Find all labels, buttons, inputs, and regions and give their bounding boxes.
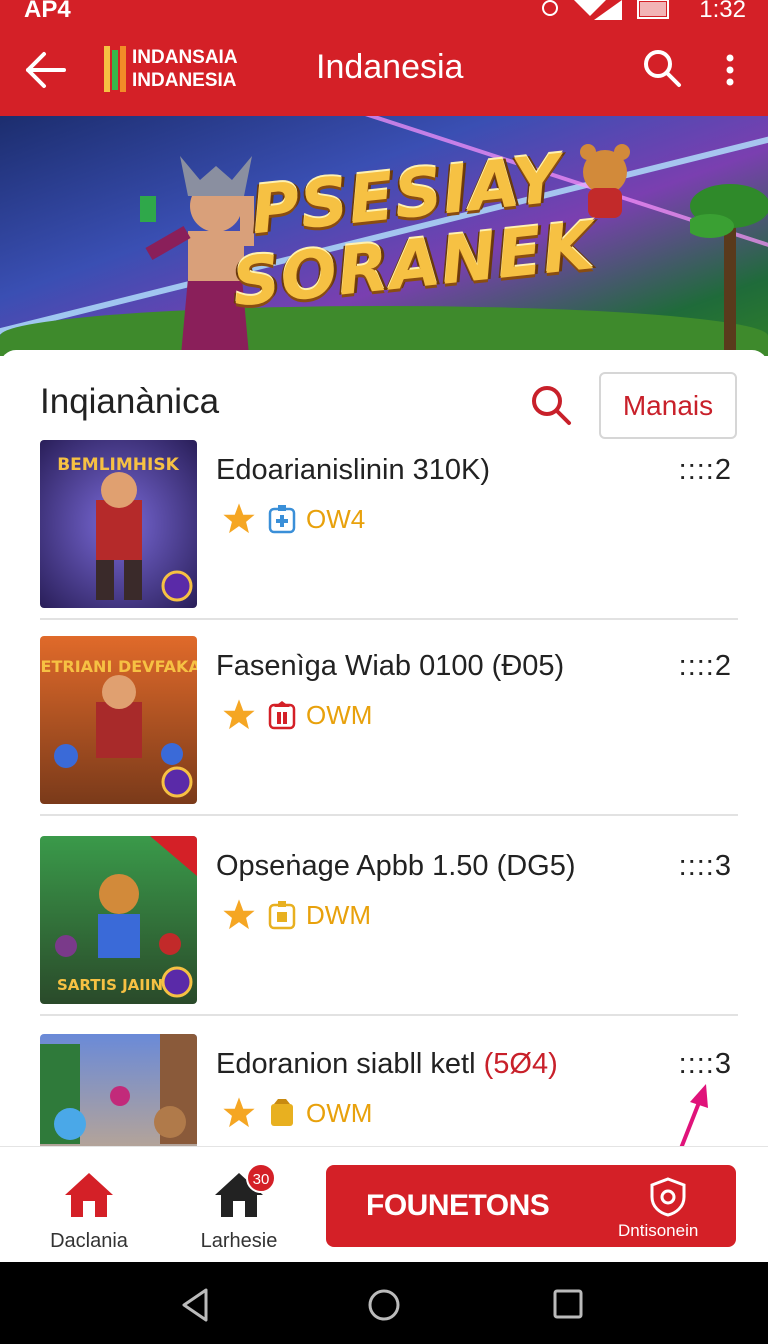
screen: AP4 1:32 INDANSAIA INDANESIA Indanesia P… bbox=[0, 0, 768, 1344]
system-nav-bar bbox=[0, 1262, 768, 1344]
filter-button[interactable]: Manais bbox=[599, 372, 737, 439]
home-icon bbox=[65, 1173, 113, 1217]
divider bbox=[40, 618, 738, 620]
game-thumbnail[interactable]: ENJETRIANI DEVFAKANS bbox=[40, 636, 197, 804]
game-name-text: Edoarianislinin 310K) bbox=[216, 454, 491, 486]
game-meta: OWM bbox=[222, 698, 372, 732]
game-count: ::::3 bbox=[678, 850, 732, 882]
game-tag: DWM bbox=[306, 899, 371, 930]
nav-label: Larhesie bbox=[200, 1230, 278, 1252]
palm-tree-illustration bbox=[690, 184, 768, 356]
app-title: Indanesia bbox=[316, 48, 464, 86]
game-name: Fasenìga Wiab 0100 (Ð05) bbox=[216, 650, 564, 683]
brand-name: INDANSAIA INDANESIA bbox=[132, 46, 238, 92]
game-name: Opseṅage Apbb 1.50 (DG5) bbox=[216, 850, 576, 883]
star-icon bbox=[223, 899, 255, 930]
system-recents-icon[interactable] bbox=[552, 1288, 584, 1320]
banner-ground bbox=[0, 306, 768, 356]
star-icon bbox=[223, 699, 255, 730]
category-icon bbox=[271, 1099, 293, 1126]
nav-item-daclania[interactable]: Daclania bbox=[34, 1171, 144, 1252]
brand-logo-icon bbox=[104, 46, 126, 92]
game-name-paren: (5Ø4) bbox=[483, 1048, 558, 1080]
notification-badge: 30 bbox=[246, 1163, 276, 1193]
top-app-bar: AP4 1:32 INDANSAIA INDANESIA Indanesia bbox=[0, 0, 768, 116]
star-icon bbox=[223, 503, 255, 534]
cta-button[interactable]: FOUNETONS Dntisonein bbox=[326, 1165, 736, 1247]
thumbnail-title: BEMLIMHISK bbox=[57, 455, 179, 475]
back-arrow-icon[interactable] bbox=[24, 50, 68, 90]
game-count: ::::2 bbox=[678, 650, 732, 682]
game-count: ::::3 bbox=[678, 1048, 732, 1080]
game-count: ::::2 bbox=[678, 454, 732, 486]
list-item[interactable]: SARTIS JAIIN Opseṅage Apbb 1.50 (DG5) DW… bbox=[40, 836, 738, 1016]
status-bar: AP4 1:32 bbox=[0, 0, 768, 28]
game-meta: OW4 bbox=[222, 502, 365, 536]
section-title: Inqianànica bbox=[40, 382, 220, 421]
game-tag: OWM bbox=[306, 699, 373, 730]
game-name-paren: (Ð05) bbox=[491, 650, 565, 682]
nav-item-larhesie[interactable]: 30 Larhesie bbox=[184, 1163, 294, 1252]
game-name: Edoranion siabll ketl (5Ø4) bbox=[216, 1048, 558, 1081]
content-sheet: Inqianànica Manais BEMLIMHISK Edoarianis… bbox=[0, 350, 768, 1202]
game-tag: OW4 bbox=[306, 503, 366, 534]
category-icon bbox=[268, 505, 296, 534]
category-icon bbox=[268, 901, 296, 930]
brand-line-2: INDANESIA bbox=[132, 70, 237, 91]
system-back-icon[interactable] bbox=[180, 1288, 210, 1322]
game-tag: OWM bbox=[306, 1097, 373, 1128]
thumbnail-title: ENJETRIANI DEVFAKANS bbox=[40, 657, 197, 676]
section-search-icon[interactable] bbox=[530, 384, 572, 426]
carrier-label: AP4 bbox=[24, 0, 71, 23]
game-thumbnail[interactable]: BEMLIMHISK bbox=[40, 440, 197, 608]
more-vert-icon[interactable] bbox=[718, 50, 742, 90]
category-icon bbox=[268, 701, 296, 730]
game-meta: OWM bbox=[222, 1096, 372, 1130]
list-item[interactable]: ENJETRIANI DEVFAKANS Fasenìga Wiab 0100 … bbox=[40, 636, 738, 816]
game-name-paren: (DG5) bbox=[496, 850, 576, 882]
promo-banner[interactable]: PSESIAY SORANEK bbox=[0, 116, 768, 356]
star-icon bbox=[223, 1097, 255, 1128]
app-bar: INDANSAIA INDANESIA Indanesia bbox=[0, 28, 768, 116]
search-icon[interactable] bbox=[642, 48, 682, 88]
shield-icon bbox=[650, 1177, 686, 1217]
status-icons bbox=[542, 0, 669, 20]
brand-line-1: INDANSAIA bbox=[132, 47, 238, 68]
nav-label: Daclania bbox=[50, 1230, 128, 1252]
cta-sublabel: Dntisonein bbox=[618, 1221, 699, 1240]
list-item[interactable]: BEMLIMHISK Edoarianislinin 310K) OW4 :::… bbox=[40, 440, 738, 620]
bottom-nav: Daclania 30 Larhesie FOUNETONS Dntisonei… bbox=[0, 1146, 768, 1262]
system-home-icon[interactable] bbox=[367, 1288, 401, 1322]
thumbnail-title: SARTIS JAIIN bbox=[57, 976, 163, 994]
divider bbox=[40, 814, 738, 816]
cta-label: FOUNETONS bbox=[366, 1189, 550, 1222]
game-meta: DWM bbox=[222, 898, 371, 932]
game-name-text: Edoranion siabll ketl bbox=[216, 1048, 484, 1080]
game-name-text: Fasenìga Wiab 0100 bbox=[216, 650, 492, 682]
divider bbox=[40, 1014, 738, 1016]
clock: 1:32 bbox=[699, 0, 746, 23]
game-name-text: Opseṅage Apbb 1.50 bbox=[216, 850, 497, 882]
game-thumbnail[interactable]: SARTIS JAIIN bbox=[40, 836, 197, 1004]
game-name: Edoarianislinin 310K) bbox=[216, 454, 490, 487]
